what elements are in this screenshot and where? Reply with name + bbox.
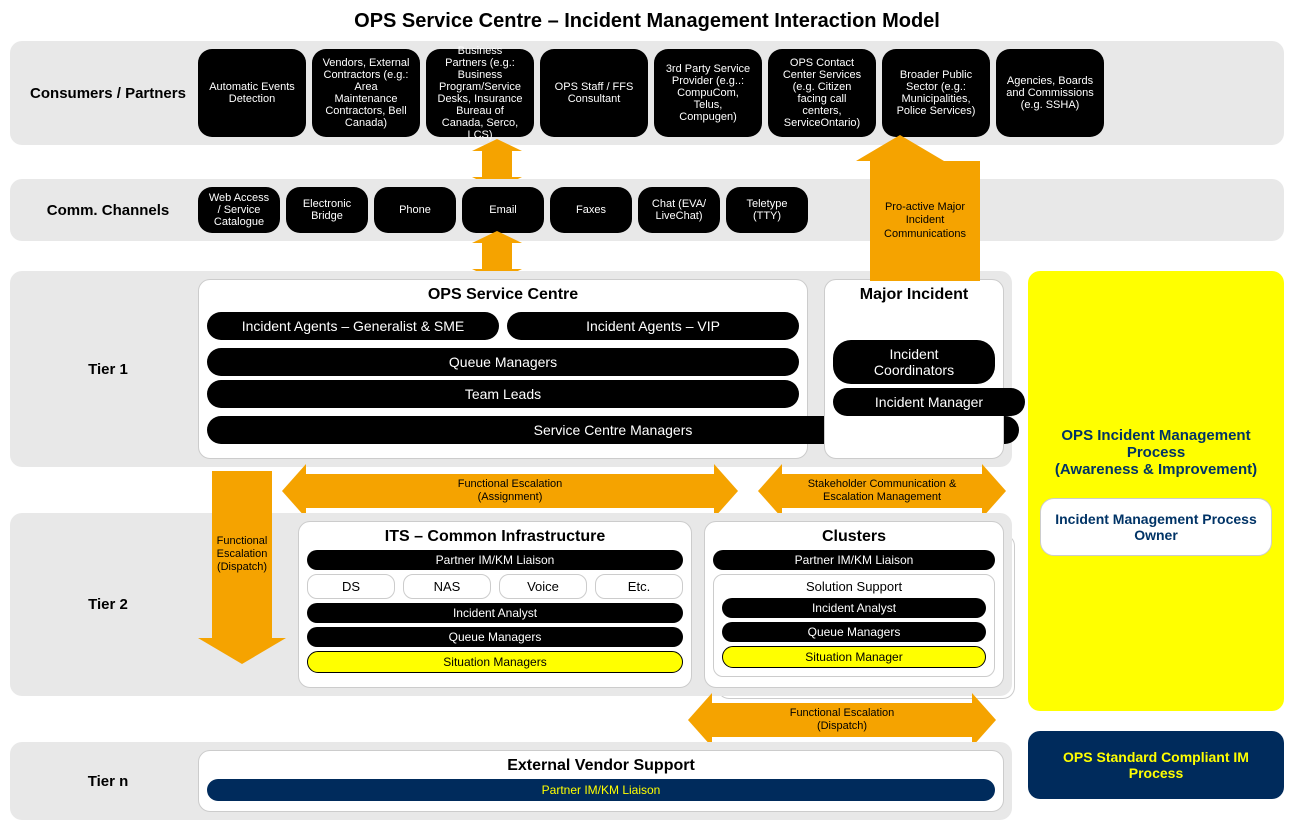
its-sub-label: DS bbox=[316, 579, 386, 594]
tier1-band: Tier 1 OPS Service Centre Incident Agent… bbox=[10, 271, 1012, 467]
consumer-box: Broader Public Sector (e.g.: Municipalit… bbox=[882, 49, 990, 137]
comm-box: Electronic Bridge bbox=[286, 187, 368, 233]
clusters-incident-analyst: Incident Analyst bbox=[722, 598, 986, 618]
queue-managers: Queue Managers bbox=[207, 348, 799, 376]
service-centre-group: OPS Service Centre Incident Agents – Gen… bbox=[198, 279, 808, 459]
consumers-items: Automatic Events Detection Vendors, Exte… bbox=[198, 49, 1276, 137]
clusters-title: Clusters bbox=[713, 528, 995, 546]
incident-agents-vip: Incident Agents – VIP bbox=[507, 312, 799, 340]
stakeholder-comm-arrow: Stakeholder Communication & Escalation M… bbox=[782, 474, 982, 508]
clusters-solution-label: Solution Support bbox=[722, 579, 986, 594]
arrow-label: Functional Escalation (Dispatch) bbox=[725, 707, 959, 733]
im-process-owner: Incident Management Process Owner bbox=[1040, 498, 1272, 556]
functional-escalation-assignment-arrow: Functional Escalation (Assignment) bbox=[306, 474, 714, 508]
consumers-band: Consumers / Partners Automatic Events De… bbox=[10, 41, 1284, 145]
incident-agents-generalist: Incident Agents – Generalist & SME bbox=[207, 312, 499, 340]
comm-box: Teletype (TTY) bbox=[726, 187, 808, 233]
proactive-arrow: Pro-active Major Incident Communications bbox=[870, 161, 980, 281]
comm-box: Phone bbox=[374, 187, 456, 233]
clusters-solution-support: Solution Support Incident Analyst Queue … bbox=[713, 574, 995, 677]
its-sub-ds: DS bbox=[307, 574, 395, 599]
its-sub-voice: Voice bbox=[499, 574, 587, 599]
standard-compliant-panel: OPS Standard Compliant IM Process bbox=[1028, 731, 1284, 799]
proactive-arrow-label: Pro-active Major Incident Communications bbox=[870, 201, 980, 241]
arrow-label: Functional Escalation (Dispatch) bbox=[212, 535, 272, 575]
consumer-box: OPS Contact Center Services (e.g. Citize… bbox=[768, 49, 876, 137]
its-sub-etc: Etc. bbox=[595, 574, 683, 599]
its-sub-label: NAS bbox=[412, 579, 482, 594]
major-incident-group: Major Incident Incident Coordinators Inc… bbox=[824, 279, 1004, 459]
clusters-liaison: Partner IM/KM Liaison bbox=[713, 550, 995, 570]
tier1-label: Tier 1 bbox=[18, 279, 198, 459]
its-sub-label: Etc. bbox=[604, 579, 674, 594]
clusters-situation-manager: Situation Manager bbox=[722, 646, 986, 668]
consumer-box: OPS Staff / FFS Consultant bbox=[540, 49, 648, 137]
tier2-label: Tier 2 bbox=[18, 521, 198, 688]
consumer-box: Business Partners (e.g.: Business Progra… bbox=[426, 49, 534, 137]
major-incident-title: Major Incident bbox=[833, 286, 995, 304]
consumer-box: 3rd Party Service Provider (e.g..: Compu… bbox=[654, 49, 762, 137]
incident-manager: Incident Manager bbox=[833, 388, 1025, 416]
comm-label: Comm. Channels bbox=[18, 192, 198, 229]
external-vendor-title: External Vendor Support bbox=[207, 757, 995, 775]
comm-box: Email bbox=[462, 187, 544, 233]
clusters-queue-managers: Queue Managers bbox=[722, 622, 986, 642]
consumer-box: Automatic Events Detection bbox=[198, 49, 306, 137]
right-column: OPS Incident Management Process (Awarene… bbox=[1028, 271, 1284, 824]
external-vendor-group: External Vendor Support Partner IM/KM Li… bbox=[198, 750, 1004, 812]
consumer-box: Vendors, External Contractors (e.g.: Are… bbox=[312, 49, 420, 137]
double-arrow-icon bbox=[482, 243, 512, 269]
tiern-label: Tier n bbox=[18, 763, 198, 800]
its-title: ITS – Common Infrastructure bbox=[307, 528, 683, 546]
double-arrow-icon bbox=[482, 151, 512, 177]
its-situation-managers: Situation Managers bbox=[307, 651, 683, 673]
im-process-panel: OPS Incident Management Process (Awarene… bbox=[1028, 271, 1284, 711]
its-sub-nas: NAS bbox=[403, 574, 491, 599]
arrow-label: Functional Escalation (Assignment) bbox=[326, 478, 693, 504]
vendor-liaison: Partner IM/KM Liaison bbox=[207, 779, 995, 801]
im-process-head: OPS Incident Management Process (Awarene… bbox=[1040, 427, 1272, 478]
its-group: ITS – Common Infrastructure Partner IM/K… bbox=[298, 521, 692, 688]
its-queue-managers: Queue Managers bbox=[307, 627, 683, 647]
comm-box: Chat (EVA/ LiveChat) bbox=[638, 187, 720, 233]
diagram-title: OPS Service Centre – Incident Management… bbox=[10, 10, 1284, 33]
consumers-label: Consumers / Partners bbox=[18, 75, 198, 112]
its-sub-label: Voice bbox=[508, 579, 578, 594]
comm-box: Web Access / Service Catalogue bbox=[198, 187, 280, 233]
comm-items: Web Access / Service Catalogue Electroni… bbox=[198, 187, 1276, 233]
tiern-band: Tier n External Vendor Support Partner I… bbox=[10, 742, 1012, 820]
clusters-group: Clusters Partner IM/KM Liaison Solution … bbox=[704, 521, 1004, 688]
service-centre-title: OPS Service Centre bbox=[207, 286, 799, 304]
functional-escalation-dispatch-right-arrow: Functional Escalation (Dispatch) bbox=[712, 703, 972, 737]
incident-coordinators: Incident Coordinators bbox=[833, 340, 995, 384]
arrow-label: Stakeholder Communication & Escalation M… bbox=[792, 478, 972, 504]
functional-escalation-dispatch-left-arrow: Functional Escalation (Dispatch) bbox=[212, 471, 272, 638]
team-leads: Team Leads bbox=[207, 380, 799, 408]
consumer-box: Agencies, Boards and Commissions (e.g. S… bbox=[996, 49, 1104, 137]
tier2-band: Tier 2 Functional Escalation (Dispatch) … bbox=[10, 513, 1012, 696]
its-liaison: Partner IM/KM Liaison bbox=[307, 550, 683, 570]
its-incident-analyst: Incident Analyst bbox=[307, 603, 683, 623]
comm-box: Faxes bbox=[550, 187, 632, 233]
comm-band: Comm. Channels Web Access / Service Cata… bbox=[10, 179, 1284, 241]
